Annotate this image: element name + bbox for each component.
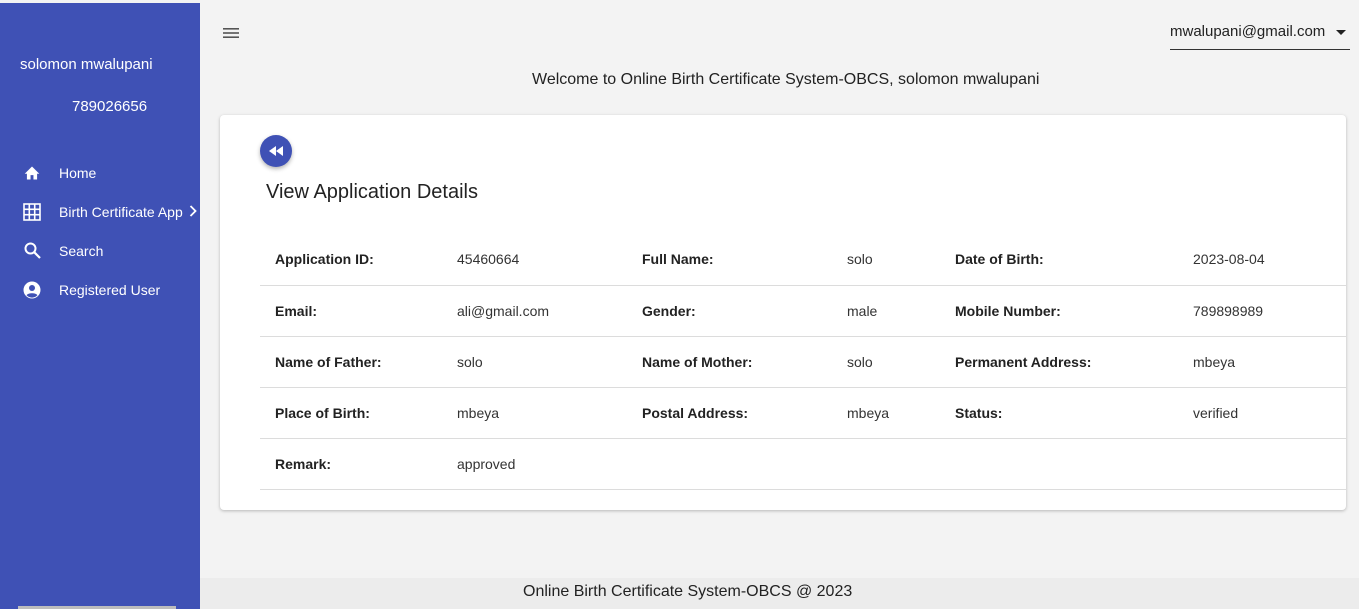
sidebar-item-label: Registered User	[59, 281, 161, 298]
field-value: approved	[457, 455, 516, 472]
field-value: verified	[1193, 404, 1239, 421]
welcome-message: Welcome to Online Birth Certificate Syst…	[532, 71, 1040, 88]
sidebar-item-label: Home	[59, 164, 97, 181]
field-label: Remark:	[275, 455, 332, 472]
details-table: Application ID: 45460664 Full Name: solo…	[260, 234, 1346, 490]
field-value: 45460664	[457, 251, 520, 268]
page-title: View Application Details	[266, 181, 478, 203]
application-details-card: View Application Details Application ID:…	[220, 115, 1346, 510]
field-label: Gender:	[642, 302, 696, 319]
sidebar-item-home[interactable]: Home	[0, 153, 200, 192]
sidebar-item-search[interactable]: Search	[0, 231, 200, 270]
field-value: mbeya	[457, 404, 500, 421]
menu-button[interactable]	[222, 25, 240, 41]
sidebar-user-phone: 789026656	[72, 98, 148, 115]
field-value: male	[847, 302, 878, 319]
empty-cell	[955, 438, 1193, 489]
field-value: mbeya	[847, 404, 890, 421]
account-icon	[22, 280, 42, 300]
user-email-value: mwalupani@gmail.com	[1170, 23, 1326, 40]
field-value: 2023-08-04	[1193, 251, 1265, 268]
caret-down-icon	[1336, 30, 1346, 35]
user-email-dropdown[interactable]: mwalupani@gmail.com	[1170, 17, 1350, 50]
rewind-icon	[269, 146, 283, 156]
field-value: ali@gmail.com	[457, 302, 550, 319]
top-bar: mwalupani@gmail.com	[200, 3, 1359, 67]
hamburger-menu-icon	[223, 28, 239, 38]
field-label: Postal Address:	[642, 404, 749, 421]
sidebar: solomon mwalupani 789026656 Home Birth C…	[0, 3, 200, 609]
field-value: mbeya	[1193, 353, 1236, 370]
sidebar-user-name: solomon mwalupani	[20, 56, 153, 73]
sidebar-nav: Home Birth Certificate App Search Regist…	[0, 153, 200, 309]
search-icon	[22, 241, 42, 261]
sidebar-item-label: Search	[59, 242, 104, 259]
field-label: Name of Mother:	[642, 353, 753, 370]
sidebar-item-label: Birth Certificate App	[59, 203, 183, 220]
sidebar-item-registered-user[interactable]: Registered User	[0, 270, 200, 309]
field-value: solo	[457, 353, 483, 370]
back-button[interactable]	[260, 135, 292, 167]
table-row: Remark: approved	[260, 438, 1346, 489]
empty-cell	[642, 438, 847, 489]
empty-cell	[1193, 438, 1346, 489]
footer-text: Online Birth Certificate System-OBCS @ 2…	[523, 583, 853, 600]
sidebar-item-birth-certificate-app[interactable]: Birth Certificate App	[0, 192, 200, 231]
field-label: Date of Birth:	[955, 251, 1044, 268]
table-row: Name of Father: solo Name of Mother: sol…	[260, 336, 1346, 387]
table-row: Application ID: 45460664 Full Name: solo…	[260, 234, 1346, 285]
grid-icon	[22, 202, 42, 222]
table-row: Place of Birth: mbeya Postal Address: mb…	[260, 387, 1346, 438]
home-icon	[22, 163, 42, 183]
field-label: Mobile Number:	[955, 302, 1061, 319]
empty-cell	[847, 438, 955, 489]
footer: Online Birth Certificate System-OBCS @ 2…	[200, 578, 1359, 609]
field-label: Status:	[955, 404, 1003, 421]
field-label: Place of Birth:	[275, 404, 370, 421]
field-label: Email:	[275, 302, 318, 319]
field-value: solo	[847, 353, 873, 370]
field-value: solo	[847, 251, 873, 268]
chevron-right-icon	[189, 204, 197, 222]
field-label: Full Name:	[642, 251, 714, 268]
table-row: Email: ali@gmail.com Gender: male Mobile…	[260, 285, 1346, 336]
field-value: 789898989	[1193, 302, 1264, 319]
field-label: Permanent Address:	[955, 353, 1092, 370]
field-label: Name of Father:	[275, 353, 382, 370]
field-label: Application ID:	[275, 251, 374, 268]
